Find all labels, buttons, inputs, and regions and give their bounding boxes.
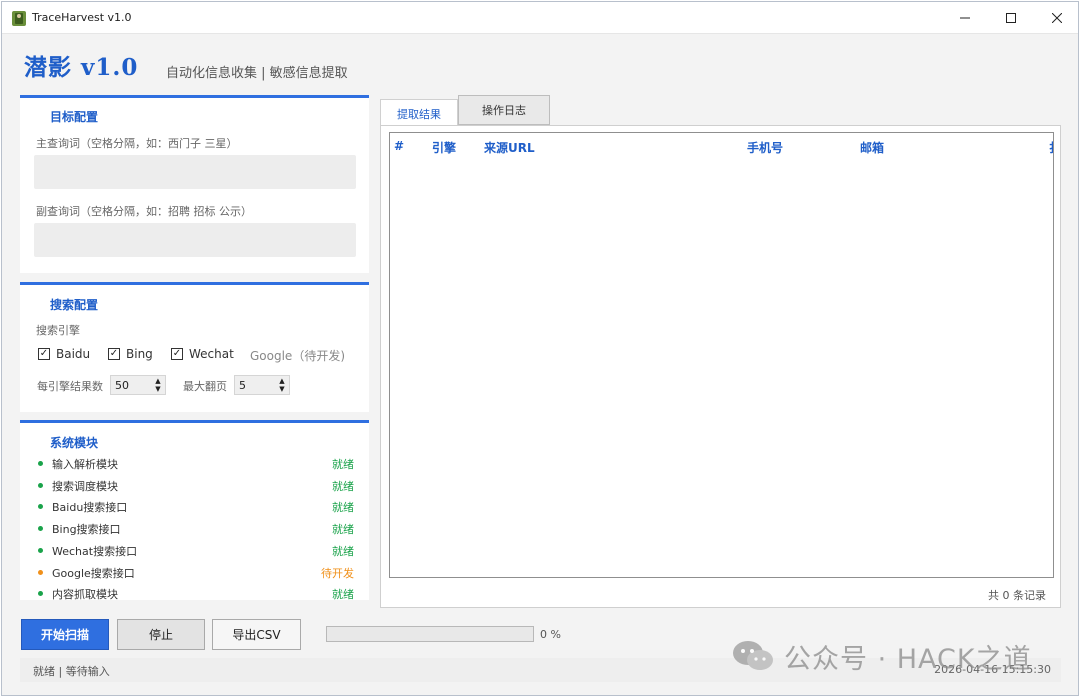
minimize-button[interactable] [942, 2, 988, 34]
module-status: 就绪 [332, 501, 354, 515]
spinner-arrows-icon[interactable]: ▲ ▼ [153, 377, 163, 393]
wechat-logo-icon [733, 641, 773, 670]
results-per-engine-label: 每引擎结果数 [37, 380, 103, 393]
module-row: 搜索调度模块 就绪 [36, 477, 356, 495]
module-name: Wechat搜索接口 [52, 544, 138, 558]
sub-query-input[interactable] [34, 223, 356, 257]
app-window: TraceHarvest v1.0 潜影 v1.0 自动化信息收集 | 敏感信息… [1, 1, 1079, 696]
progress-bar [326, 626, 534, 642]
tab-results[interactable]: 提取结果 [380, 99, 458, 127]
main-query-input[interactable] [34, 155, 356, 189]
close-icon [1052, 13, 1062, 23]
column-header-truncated[interactable]: 扌 [1049, 139, 1053, 156]
app-icon [12, 11, 26, 26]
max-pages-label: 最大翻页 [183, 380, 227, 393]
status-dot-icon [38, 482, 43, 488]
status-dot-icon [38, 547, 43, 553]
maximize-button[interactable] [988, 2, 1034, 34]
module-row: Baidu搜索接口 就绪 [36, 498, 356, 516]
spinner-arrows-icon[interactable]: ▲ ▼ [277, 377, 287, 393]
baidu-checkbox[interactable]: ✓ [38, 348, 50, 360]
column-header-engine[interactable]: 引擎 [432, 139, 456, 156]
sub-query-label: 副查询词（空格分隔，如：招聘 招标 公示） [36, 205, 252, 218]
system-modules-title: 系统模块 [50, 436, 99, 450]
results-frame: # 引擎 来源URL 手机号 邮箱 扌 共 0 条记录 [380, 125, 1061, 608]
module-name: 输入解析模块 [52, 458, 118, 471]
watermark: 公众号 · HACK之道 [732, 636, 1032, 676]
status-dot-icon [38, 461, 43, 466]
close-button[interactable] [1034, 2, 1080, 34]
window-title: TraceHarvest v1.0 [32, 11, 132, 24]
target-config-panel: 目标配置 主查询词（空格分隔，如：西门子 三星） 副查询词（空格分隔，如：招聘 … [20, 95, 369, 273]
module-status: 就绪 [332, 523, 354, 537]
wechat-label: Wechat [189, 347, 234, 361]
results-per-engine-spinner[interactable]: 50 ▲ ▼ [110, 375, 166, 395]
results-table: # 引擎 来源URL 手机号 邮箱 扌 [389, 132, 1054, 578]
progress-text: 0 % [540, 628, 561, 641]
module-status: 就绪 [332, 544, 354, 558]
module-status: 就绪 [332, 479, 354, 493]
export-csv-button[interactable]: 导出CSV [212, 619, 301, 650]
column-header-index[interactable]: # [394, 139, 404, 153]
search-config-panel: 搜索配置 搜索引擎 ✓ Baidu ✓ Bing ✓ Wechat Google… [20, 282, 369, 412]
baidu-label: Baidu [56, 347, 91, 361]
module-name: Baidu搜索接口 [52, 501, 128, 515]
module-name: 内容抓取模块 [52, 588, 118, 600]
column-header-email[interactable]: 邮箱 [860, 139, 884, 156]
bing-label: Bing [126, 347, 153, 361]
status-text: 就绪 | 等待输入 [33, 665, 110, 678]
module-row: Wechat搜索接口 就绪 [36, 542, 356, 560]
module-status: 就绪 [332, 588, 354, 600]
module-name: 搜索调度模块 [52, 479, 118, 493]
minimize-icon [960, 17, 970, 19]
module-name: Google搜索接口 [52, 566, 135, 580]
system-modules-panel: 系统模块 输入解析模块 就绪 搜索调度模块 就绪 Baidu搜索接口 就绪 Bing搜索接口… [20, 420, 369, 600]
module-row: Google搜索接口 待开发 [36, 564, 356, 582]
column-header-source-url[interactable]: 来源URL [484, 139, 535, 156]
results-per-engine-value: 50 [115, 379, 129, 392]
stop-button[interactable]: 停止 [117, 619, 205, 650]
wechat-checkbox[interactable]: ✓ [171, 348, 183, 360]
module-name: Bing搜索接口 [52, 523, 121, 537]
app-title: 潜影 v1.0 [24, 54, 139, 81]
module-status: 待开发 [321, 566, 354, 580]
target-config-title: 目标配置 [50, 110, 99, 124]
status-dot-icon [38, 591, 43, 597]
google-label: Google（待开发) [250, 349, 345, 363]
app-subtitle: 自动化信息收集 | 敏感信息提取 [166, 66, 348, 81]
module-row: Bing搜索接口 就绪 [36, 520, 356, 538]
max-pages-spinner[interactable]: 5 ▲ ▼ [234, 375, 290, 395]
module-row: 内容抓取模块 就绪 [36, 585, 356, 600]
status-dot-icon [38, 569, 43, 575]
module-row: 输入解析模块 就绪 [36, 455, 356, 473]
main-query-label: 主查询词（空格分隔，如：西门子 三星） [36, 137, 238, 150]
tab-log[interactable]: 操作日志 [458, 95, 550, 125]
bing-checkbox[interactable]: ✓ [108, 348, 120, 360]
status-dot-icon [38, 526, 43, 532]
start-scan-button[interactable]: 开始扫描 [21, 619, 109, 650]
watermark-text: 公众号 · HACK之道 [784, 643, 1032, 675]
module-status: 就绪 [332, 458, 354, 471]
max-pages-value: 5 [239, 379, 246, 392]
maximize-icon [1006, 13, 1016, 23]
record-count: 共 0 条记录 [988, 589, 1046, 602]
search-engines-label: 搜索引擎 [36, 324, 80, 337]
column-header-phone[interactable]: 手机号 [747, 139, 783, 156]
status-dot-icon [38, 504, 43, 510]
title-bar: TraceHarvest v1.0 [2, 2, 1078, 34]
search-config-title: 搜索配置 [50, 298, 99, 312]
